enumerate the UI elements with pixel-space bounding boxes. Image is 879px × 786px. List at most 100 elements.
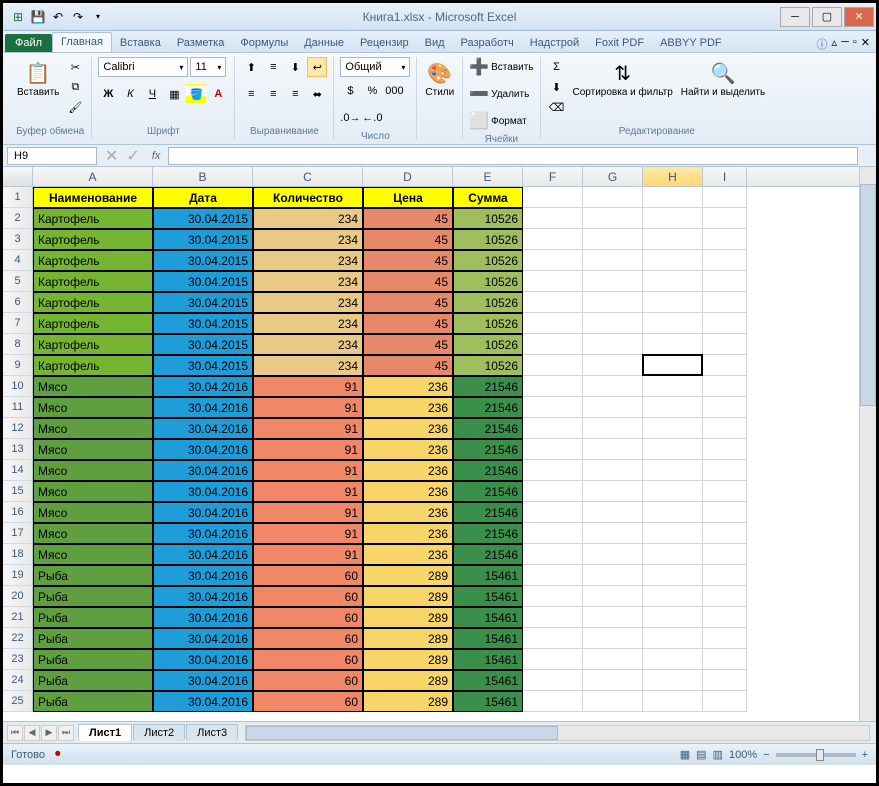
empty-cell[interactable]: [703, 250, 747, 271]
empty-cell[interactable]: [643, 670, 703, 691]
tab-abbyy pdf[interactable]: ABBYY PDF: [652, 34, 730, 52]
empty-cell[interactable]: [703, 397, 747, 418]
data-cell[interactable]: Картофель: [33, 271, 153, 292]
tab-главная[interactable]: Главная: [52, 32, 112, 52]
sort-filter-button[interactable]: ⇅ Сортировка и фильтр: [571, 57, 675, 100]
vscroll-thumb[interactable]: [860, 184, 876, 406]
empty-cell[interactable]: [703, 460, 747, 481]
empty-cell[interactable]: [583, 292, 643, 313]
data-cell[interactable]: 10526: [453, 271, 523, 292]
tab-разработч[interactable]: Разработч: [453, 34, 522, 52]
comma-button[interactable]: 000: [384, 81, 404, 101]
row-header-20[interactable]: 20: [3, 586, 33, 607]
delete-cells-button[interactable]: ➖Удалить: [469, 84, 529, 104]
data-cell[interactable]: 289: [363, 649, 453, 670]
empty-cell[interactable]: [583, 691, 643, 712]
doc-restore-icon[interactable]: ▫: [853, 36, 857, 52]
hscroll-thumb[interactable]: [246, 726, 557, 740]
empty-cell[interactable]: [583, 502, 643, 523]
empty-cell[interactable]: [643, 502, 703, 523]
data-cell[interactable]: 289: [363, 691, 453, 712]
empty-cell[interactable]: [643, 691, 703, 712]
empty-cell[interactable]: [643, 607, 703, 628]
data-cell[interactable]: Картофель: [33, 355, 153, 376]
row-header-15[interactable]: 15: [3, 481, 33, 502]
data-cell[interactable]: 45: [363, 292, 453, 313]
empty-cell[interactable]: [643, 271, 703, 292]
close-button[interactable]: ✕: [844, 7, 874, 27]
number-format-combo[interactable]: Общий▾: [340, 57, 410, 77]
data-cell[interactable]: 91: [253, 544, 363, 565]
data-cell[interactable]: 236: [363, 439, 453, 460]
empty-cell[interactable]: [643, 628, 703, 649]
data-cell[interactable]: 30.04.2016: [153, 607, 253, 628]
empty-cell[interactable]: [523, 649, 583, 670]
minimize-button[interactable]: ─: [780, 7, 810, 27]
insert-cells-button[interactable]: ➕Вставить: [469, 57, 533, 77]
sheet-tab-Лист1[interactable]: Лист1: [78, 724, 132, 741]
empty-cell[interactable]: [583, 586, 643, 607]
font-color-button[interactable]: A: [208, 84, 228, 104]
accept-formula-icon[interactable]: ✓: [122, 146, 143, 166]
data-cell[interactable]: 234: [253, 271, 363, 292]
empty-cell[interactable]: [583, 670, 643, 691]
fill-button[interactable]: ⬇: [547, 77, 567, 97]
view-layout-icon[interactable]: ▤: [696, 748, 706, 761]
empty-cell[interactable]: [523, 250, 583, 271]
empty-cell[interactable]: [523, 334, 583, 355]
data-cell[interactable]: 91: [253, 460, 363, 481]
data-cell[interactable]: 30.04.2016: [153, 481, 253, 502]
data-cell[interactable]: 45: [363, 250, 453, 271]
empty-cell[interactable]: [703, 670, 747, 691]
empty-cell[interactable]: [703, 481, 747, 502]
empty-cell[interactable]: [523, 502, 583, 523]
copy-button[interactable]: ⧉: [65, 77, 85, 97]
ribbon-minimize-icon[interactable]: ▵: [832, 36, 838, 52]
data-cell[interactable]: 15461: [453, 565, 523, 586]
empty-cell[interactable]: [583, 397, 643, 418]
empty-cell[interactable]: [643, 649, 703, 670]
data-cell[interactable]: 91: [253, 418, 363, 439]
empty-cell[interactable]: [523, 355, 583, 376]
data-cell[interactable]: 91: [253, 481, 363, 502]
data-cell[interactable]: 60: [253, 565, 363, 586]
empty-cell[interactable]: [583, 439, 643, 460]
empty-cell[interactable]: [703, 292, 747, 313]
data-cell[interactable]: 30.04.2016: [153, 586, 253, 607]
zoom-thumb[interactable]: [816, 749, 824, 761]
data-cell[interactable]: 21546: [453, 523, 523, 544]
qat-more-icon[interactable]: ▾: [89, 8, 107, 26]
align-center-button[interactable]: ≡: [263, 84, 283, 104]
sheet-tab-Лист2[interactable]: Лист2: [133, 724, 185, 741]
font-name-combo[interactable]: Calibri▾: [98, 57, 188, 77]
data-cell[interactable]: Рыба: [33, 691, 153, 712]
empty-cell[interactable]: [583, 565, 643, 586]
data-cell[interactable]: 30.04.2015: [153, 271, 253, 292]
format-painter-button[interactable]: 🖌: [65, 97, 85, 117]
row-header-9[interactable]: 9: [3, 355, 33, 376]
row-header-19[interactable]: 19: [3, 565, 33, 586]
col-header-G[interactable]: G: [583, 167, 643, 186]
data-cell[interactable]: 60: [253, 607, 363, 628]
empty-cell[interactable]: [703, 565, 747, 586]
empty-cell[interactable]: [523, 187, 583, 208]
empty-cell[interactable]: [643, 586, 703, 607]
empty-cell[interactable]: [583, 523, 643, 544]
decrease-decimal-button[interactable]: ←.0: [362, 108, 382, 128]
row-header-1[interactable]: 1: [3, 187, 33, 208]
empty-cell[interactable]: [523, 376, 583, 397]
data-cell[interactable]: 289: [363, 586, 453, 607]
data-cell[interactable]: 21546: [453, 418, 523, 439]
row-header-6[interactable]: 6: [3, 292, 33, 313]
empty-cell[interactable]: [523, 523, 583, 544]
empty-cell[interactable]: [643, 250, 703, 271]
data-cell[interactable]: Рыба: [33, 565, 153, 586]
data-cell[interactable]: 234: [253, 334, 363, 355]
header-cell[interactable]: Цена: [363, 187, 453, 208]
data-cell[interactable]: Рыба: [33, 607, 153, 628]
header-cell[interactable]: Дата: [153, 187, 253, 208]
merge-button[interactable]: ⬌: [307, 84, 327, 104]
data-cell[interactable]: Мясо: [33, 502, 153, 523]
data-cell[interactable]: 10526: [453, 355, 523, 376]
data-cell[interactable]: 15461: [453, 649, 523, 670]
